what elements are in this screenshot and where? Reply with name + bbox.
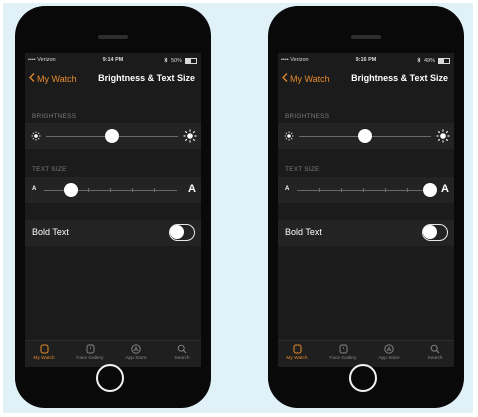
back-button-label: My Watch bbox=[37, 73, 77, 84]
page-title: Brightness & Text Size bbox=[351, 73, 448, 83]
tab-label: App Store bbox=[125, 356, 147, 361]
app-store-icon bbox=[384, 344, 394, 354]
bold-text-row: Bold Text bbox=[278, 220, 454, 246]
brightness-row bbox=[278, 123, 454, 149]
tab-label: Face Gallery bbox=[76, 356, 104, 361]
search-icon bbox=[177, 344, 187, 354]
bold-text-row: Bold Text bbox=[25, 220, 201, 246]
text-size-tick bbox=[132, 188, 133, 192]
home-button[interactable] bbox=[349, 364, 377, 392]
text-size-tick bbox=[385, 188, 386, 192]
tab-label: My Watch bbox=[286, 356, 308, 361]
status-bar: •••• Verizon 9:14 PM 50% bbox=[25, 53, 201, 67]
text-size-header: TEXT SIZE bbox=[32, 166, 67, 173]
text-size-tick bbox=[319, 188, 320, 192]
battery-fill bbox=[439, 59, 444, 63]
search-icon bbox=[430, 344, 440, 354]
phone-right: •••• Verizon 9:16 PM 49% My Watch Bright… bbox=[268, 6, 464, 408]
back-button[interactable]: My Watch bbox=[282, 73, 330, 84]
phone-left: •••• Verizon 9:14 PM 50% My Watch Bright… bbox=[15, 6, 211, 408]
brightness-header: BRIGHTNESS bbox=[285, 113, 330, 120]
tab-bar: My Watch Face Gallery App Store Search bbox=[278, 340, 454, 367]
bold-text-label: Bold Text bbox=[285, 227, 322, 237]
tab-search[interactable]: Search bbox=[416, 344, 454, 361]
back-button-label: My Watch bbox=[290, 73, 330, 84]
tab-my-watch[interactable]: My Watch bbox=[278, 344, 316, 361]
text-size-tick bbox=[407, 188, 408, 192]
toggle-knob bbox=[423, 225, 437, 239]
battery-icon bbox=[185, 58, 197, 64]
text-size-row: A A bbox=[278, 177, 454, 203]
text-size-tick bbox=[154, 188, 155, 192]
speaker-grille bbox=[351, 35, 381, 39]
text-size-tick bbox=[88, 188, 89, 192]
screen: •••• Verizon 9:16 PM 49% My Watch Bright… bbox=[278, 53, 454, 367]
status-right-icons: 50% bbox=[164, 57, 197, 65]
brightness-header: BRIGHTNESS bbox=[32, 113, 77, 120]
tab-face-gallery[interactable]: Face Gallery bbox=[324, 344, 362, 361]
back-button[interactable]: My Watch bbox=[29, 73, 77, 84]
screen: •••• Verizon 9:14 PM 50% My Watch Bright… bbox=[25, 53, 201, 367]
text-size-tick bbox=[341, 188, 342, 192]
nav-bar: My Watch Brightness & Text Size bbox=[25, 67, 201, 89]
text-size-slider-knob[interactable] bbox=[423, 183, 437, 197]
tab-label: Search bbox=[174, 356, 190, 361]
battery-percent: 49% bbox=[423, 58, 435, 64]
sun-small-icon bbox=[284, 131, 294, 141]
bold-text-label: Bold Text bbox=[32, 227, 69, 237]
app-store-icon bbox=[131, 344, 141, 354]
watch-icon bbox=[293, 344, 301, 354]
text-size-tick bbox=[363, 188, 364, 192]
chevron-left-icon bbox=[29, 73, 35, 84]
page-title: Brightness & Text Size bbox=[98, 73, 195, 83]
text-size-row: A A bbox=[25, 177, 201, 203]
tab-label: Face Gallery bbox=[329, 356, 357, 361]
text-size-slider-knob[interactable] bbox=[63, 183, 78, 197]
text-size-tick bbox=[110, 188, 111, 192]
text-size-header: TEXT SIZE bbox=[285, 166, 320, 173]
battery-fill bbox=[186, 59, 191, 63]
bold-text-toggle[interactable] bbox=[169, 224, 195, 241]
text-size-large-label: A bbox=[188, 183, 196, 195]
tab-my-watch[interactable]: My Watch bbox=[25, 344, 63, 361]
tab-search[interactable]: Search bbox=[163, 344, 201, 361]
text-size-large-label: A bbox=[441, 183, 449, 195]
nav-bar: My Watch Brightness & Text Size bbox=[278, 67, 454, 89]
brightness-slider-knob[interactable] bbox=[105, 129, 119, 143]
face-gallery-icon bbox=[339, 344, 347, 354]
tab-bar: My Watch Face Gallery App Store Search bbox=[25, 340, 201, 367]
text-size-small-label: A bbox=[32, 186, 37, 192]
chevron-left-icon bbox=[282, 73, 288, 84]
speaker-grille bbox=[98, 35, 128, 39]
battery-icon bbox=[438, 58, 450, 64]
brightness-slider-knob[interactable] bbox=[358, 129, 372, 143]
bluetooth-icon bbox=[164, 57, 168, 65]
brightness-row bbox=[25, 123, 201, 149]
bluetooth-icon bbox=[417, 57, 421, 65]
status-bar: •••• Verizon 9:16 PM 49% bbox=[278, 53, 454, 67]
home-button[interactable] bbox=[96, 364, 124, 392]
sun-large-icon bbox=[436, 129, 450, 143]
tab-app-store[interactable]: App Store bbox=[117, 344, 155, 361]
tab-face-gallery[interactable]: Face Gallery bbox=[71, 344, 109, 361]
bold-text-toggle[interactable] bbox=[422, 224, 448, 241]
sun-small-icon bbox=[31, 131, 41, 141]
tab-label: My Watch bbox=[33, 356, 55, 361]
face-gallery-icon bbox=[86, 344, 94, 354]
tab-label: App Store bbox=[378, 356, 400, 361]
tab-app-store[interactable]: App Store bbox=[370, 344, 408, 361]
text-size-small-label: A bbox=[285, 186, 290, 192]
tab-label: Search bbox=[427, 356, 443, 361]
sun-large-icon bbox=[183, 129, 197, 143]
status-right-icons: 49% bbox=[417, 57, 450, 65]
watch-icon bbox=[40, 344, 48, 354]
toggle-knob bbox=[170, 225, 184, 239]
battery-percent: 50% bbox=[170, 58, 182, 64]
